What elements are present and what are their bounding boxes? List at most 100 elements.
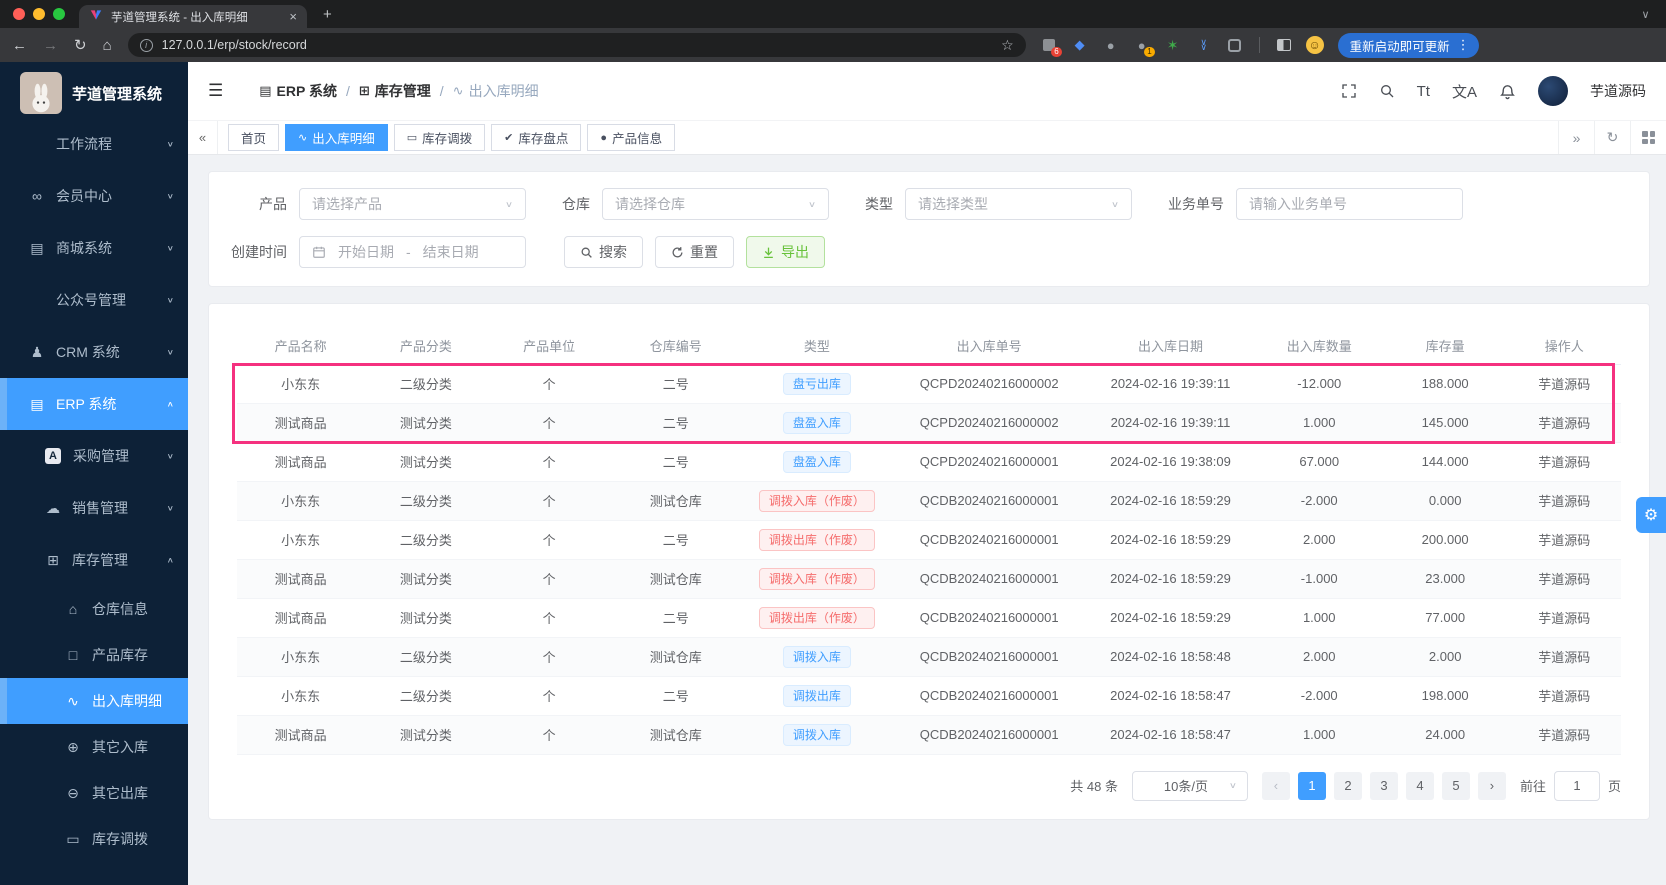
- tags-scroll-right-icon[interactable]: »: [1558, 121, 1594, 154]
- notification-bell-icon[interactable]: [1499, 83, 1516, 100]
- cell-warehouse: 二号: [611, 676, 741, 715]
- refresh-page-icon[interactable]: ↻: [1594, 121, 1630, 154]
- column-header: 产品分类: [364, 328, 487, 364]
- search-button[interactable]: 搜索: [564, 236, 643, 268]
- cell-product-unit: 个: [487, 598, 610, 637]
- user-avatar[interactable]: [1538, 76, 1568, 106]
- goto-page-input[interactable]: [1554, 771, 1600, 801]
- folder-icon: ▭: [407, 131, 417, 144]
- type-select[interactable]: 请选择类型 ∨: [905, 188, 1132, 220]
- extension-icon[interactable]: 6: [1040, 36, 1058, 54]
- font-size-icon[interactable]: Tt: [1417, 83, 1430, 100]
- tab-home[interactable]: 首页: [228, 124, 279, 151]
- page-size-select[interactable]: 10条/页 ∨: [1132, 771, 1248, 801]
- sidebar-item-erp-system[interactable]: ▤ ERP 系统 ∧: [0, 378, 188, 430]
- forward-button[interactable]: →: [43, 37, 58, 54]
- column-header: 出入库日期: [1085, 328, 1255, 364]
- tags-scroll-left-icon[interactable]: «: [188, 121, 218, 154]
- date-range-input[interactable]: 开始日期 - 结束日期: [299, 236, 526, 268]
- sidebar-item-stock-record[interactable]: ∿ 出入库明细: [0, 678, 188, 724]
- update-label: 重新启动即可更新: [1350, 36, 1450, 55]
- cell-product-name: 小东东: [237, 637, 364, 676]
- tab-stock-move[interactable]: ▭ 库存调拨: [394, 124, 485, 151]
- extension-icon[interactable]: ●1: [1133, 36, 1151, 54]
- collapse-menu-icon[interactable]: ☰: [208, 81, 223, 101]
- page-3[interactable]: 3: [1370, 772, 1398, 800]
- breadcrumb-stock-mgmt[interactable]: ⊞ 库存管理: [359, 81, 431, 101]
- star-extension-icon[interactable]: ✶: [1164, 36, 1182, 54]
- page-1[interactable]: 1: [1298, 772, 1326, 800]
- browser-menu-icon[interactable]: ⋮: [1457, 37, 1470, 53]
- warehouse-select[interactable]: 请选择仓库 ∨: [602, 188, 829, 220]
- sidebar-item-crm-system[interactable]: ♟ CRM 系统 ∨: [0, 326, 188, 378]
- reload-button[interactable]: ↻: [74, 36, 87, 54]
- cell-stock: 200.000: [1383, 520, 1508, 559]
- username[interactable]: 芋道源码: [1590, 81, 1646, 101]
- chevron-down-icon: ∨: [505, 199, 513, 209]
- new-tab-button[interactable]: +: [323, 6, 332, 23]
- cell-order-no: QCDB20240216000001: [893, 481, 1085, 520]
- column-header: 操作人: [1507, 328, 1621, 364]
- tab-search-icon[interactable]: ∨: [1637, 6, 1654, 23]
- sidebar-item-label: 出入库明细: [92, 691, 174, 711]
- browser-tab[interactable]: 芋道管理系统 - 出入库明细 ×: [79, 5, 307, 28]
- sidebar-item-stock-mgmt[interactable]: ⊞ 库存管理 ∧: [0, 534, 188, 586]
- page-5[interactable]: 5: [1442, 772, 1470, 800]
- export-button[interactable]: 导出: [746, 236, 825, 268]
- sidebar-item-other-out[interactable]: ⊖ 其它出库: [0, 770, 188, 816]
- extensions-puzzle-icon[interactable]: [1226, 36, 1244, 54]
- sidebar-item-product-stock[interactable]: □ 产品库存: [0, 632, 188, 678]
- diamond-extension-icon[interactable]: ◆: [1071, 36, 1089, 54]
- sidebar-item-official-account[interactable]: 公众号管理 ∨: [0, 274, 188, 326]
- window-close-button[interactable]: [13, 8, 25, 20]
- chevron-icon: ∨: [167, 348, 174, 356]
- tags-actions: » ↻: [1558, 121, 1666, 154]
- app-logo[interactable]: 芋道管理系统: [0, 62, 188, 118]
- type-badge: 调拨入库（作废）: [759, 490, 875, 512]
- profile-avatar[interactable]: ☺: [1306, 36, 1324, 54]
- address-bar[interactable]: i 127.0.0.1/erp/stock/record ☆: [128, 33, 1026, 57]
- column-header: 产品名称: [237, 328, 364, 364]
- sidebar-item-other-in[interactable]: ⊕ 其它入库: [0, 724, 188, 770]
- chevrons-extension-icon[interactable]: ∨∨: [1195, 36, 1213, 54]
- theme-settings-gear-icon[interactable]: ⚙: [1636, 497, 1666, 533]
- circle-extension-icon[interactable]: ●: [1102, 36, 1120, 54]
- sidebar-item-purchase[interactable]: A 采购管理 ∨: [0, 430, 188, 482]
- sidebar-item-sales[interactable]: ☁ 销售管理 ∨: [0, 482, 188, 534]
- tab-stock-record[interactable]: ∿ 出入库明细: [285, 124, 388, 151]
- layout-grid-icon[interactable]: [1630, 121, 1666, 154]
- page-4[interactable]: 4: [1406, 772, 1434, 800]
- breadcrumb-stock-record[interactable]: ∿ 出入库明细: [453, 81, 539, 101]
- window-minimize-button[interactable]: [33, 8, 45, 20]
- sidebar-item-mall-system[interactable]: ▤ 商城系统 ∨: [0, 222, 188, 274]
- translate-icon[interactable]: 文A: [1452, 81, 1477, 102]
- product-select[interactable]: 请选择产品 ∨: [299, 188, 526, 220]
- page-2[interactable]: 2: [1334, 772, 1362, 800]
- site-info-icon[interactable]: i: [140, 39, 153, 52]
- cell-product-name: 小东东: [237, 520, 364, 559]
- bizno-input[interactable]: 请输入业务单号: [1236, 188, 1463, 220]
- sidebar-item-warehouse-info[interactable]: ⌂ 仓库信息: [0, 586, 188, 632]
- filter-warehouse: 仓库 请选择仓库 ∨: [536, 188, 829, 220]
- sidebar-item-workflow[interactable]: 工作流程 ∨: [0, 118, 188, 170]
- tab-stock-check[interactable]: ✔ 库存盘点: [491, 124, 581, 151]
- reset-button[interactable]: 重置: [655, 236, 734, 268]
- breadcrumb-erp-system[interactable]: ▤ ERP 系统: [259, 81, 337, 101]
- fullscreen-icon[interactable]: [1341, 83, 1357, 99]
- back-button[interactable]: ←: [12, 37, 27, 54]
- home-button[interactable]: ⌂: [103, 37, 112, 54]
- sidebar-item-member-center[interactable]: ∞ 会员中心 ∨: [0, 170, 188, 222]
- cell-quantity: -12.000: [1256, 364, 1383, 403]
- tab-close-icon[interactable]: ×: [289, 9, 297, 24]
- split-screen-icon[interactable]: [1275, 36, 1293, 54]
- sidebar-item-stock-move[interactable]: ▭ 库存调拨: [0, 816, 188, 862]
- search-icon[interactable]: [1379, 83, 1395, 99]
- table-row: 小东东 二级分类 个 二号 盘亏出库 QCPD20240216000002 20…: [237, 364, 1621, 403]
- extension-badge: 1: [1144, 47, 1154, 57]
- window-zoom-button[interactable]: [53, 8, 65, 20]
- tab-product-info[interactable]: ● 产品信息: [587, 124, 675, 151]
- prev-page-button[interactable]: ‹: [1262, 772, 1290, 800]
- bookmark-star-icon[interactable]: ☆: [1001, 37, 1014, 54]
- next-page-button[interactable]: ›: [1478, 772, 1506, 800]
- browser-update-button[interactable]: 重新启动即可更新 ⋮: [1338, 33, 1479, 58]
